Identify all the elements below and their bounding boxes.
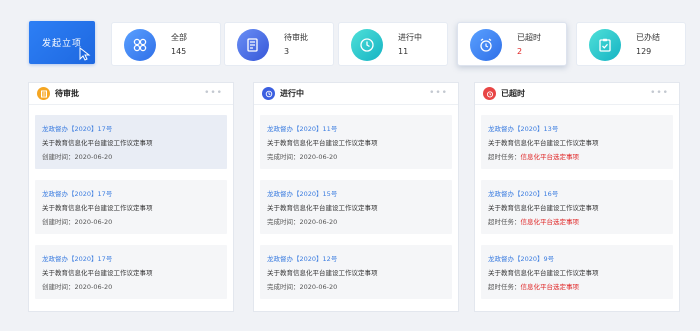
stat-label: 待审批 — [284, 33, 308, 42]
meta-value: 2020-06-20 — [299, 153, 338, 161]
meta-value: 2020-06-20 — [74, 218, 113, 226]
clock-icon — [262, 87, 275, 100]
meta-label: 完成时间： — [267, 218, 300, 226]
meta-label: 创建时间： — [42, 283, 75, 291]
item-meta: 完成时间：2020-06-20 — [267, 151, 337, 161]
panel-header: 进行中 ••• — [254, 83, 458, 105]
item-description: 关于教育信息化平台建设工作议定事项 — [42, 269, 153, 277]
meta-label: 超时任务： — [488, 283, 521, 291]
item-description: 关于教育信息化平台建设工作议定事项 — [488, 269, 599, 277]
document-icon — [37, 87, 50, 100]
panel-in-progress: 进行中 ••• 龙政督办【2020】11号 关于教育信息化平台建设工作议定事项 … — [253, 82, 459, 312]
item-description: 关于教育信息化平台建设工作议定事项 — [267, 269, 378, 277]
item-code-link[interactable]: 龙政督办【2020】17号 — [42, 188, 112, 198]
list-item[interactable]: 龙政督办【2020】17号 关于教育信息化平台建设工作议定事项 创建时间：202… — [35, 115, 227, 169]
document-edit-icon — [237, 29, 269, 61]
item-description: 关于教育信息化平台建设工作议定事项 — [267, 204, 378, 212]
meta-label: 完成时间： — [267, 283, 300, 291]
item-meta: 超时任务：信息化平台选定事项 — [488, 216, 579, 226]
overdue-task-link[interactable]: 信息化平台选定事项 — [521, 283, 580, 291]
meta-value: 2020-06-20 — [299, 283, 338, 291]
overdue-task-link[interactable]: 信息化平台选定事项 — [521, 153, 580, 161]
grid-icon — [124, 29, 156, 61]
launch-project-label: 发起立项 — [41, 39, 82, 49]
item-code-link[interactable]: 龙政督办【2020】12号 — [267, 253, 337, 263]
stat-card-completed[interactable]: 已办结 129 — [576, 22, 686, 66]
item-code-link[interactable]: 龙政督办【2020】13号 — [488, 123, 558, 133]
item-meta: 创建时间：2020-06-20 — [42, 151, 112, 161]
item-meta: 超时任务：信息化平台选定事项 — [488, 281, 579, 291]
alarm-clock-icon — [470, 29, 502, 61]
list-item[interactable]: 龙政督办【2020】17号 关于教育信息化平台建设工作议定事项 创建时间：202… — [35, 180, 227, 234]
list-item[interactable]: 龙政督办【2020】9号 关于教育信息化平台建设工作议定事项 超时任务：信息化平… — [481, 245, 673, 299]
panel-title: 已超时 — [501, 89, 525, 98]
meta-label: 超时任务： — [488, 218, 521, 226]
list-item[interactable]: 龙政督办【2020】11号 关于教育信息化平台建设工作议定事项 完成时间：202… — [260, 115, 452, 169]
launch-project-button[interactable]: 发起立项 — [29, 21, 95, 64]
list-item[interactable]: 龙政督办【2020】13号 关于教育信息化平台建设工作议定事项 超时任务：信息化… — [481, 115, 673, 169]
list-item[interactable]: 龙政督办【2020】12号 关于教育信息化平台建设工作议定事项 完成时间：202… — [260, 245, 452, 299]
stat-count: 3 — [284, 47, 290, 56]
item-description: 关于教育信息化平台建设工作议定事项 — [488, 139, 599, 147]
list-item[interactable]: 龙政督办【2020】16号 关于教育信息化平台建设工作议定事项 超时任务：信息化… — [481, 180, 673, 234]
stat-label: 已超时 — [517, 33, 541, 42]
more-icon[interactable]: ••• — [204, 88, 223, 98]
stat-count: 2 — [517, 47, 523, 56]
meta-label: 超时任务： — [488, 153, 521, 161]
stat-card-in-progress[interactable]: 进行中 11 — [338, 22, 448, 66]
item-description: 关于教育信息化平台建设工作议定事项 — [42, 204, 153, 212]
stat-count: 11 — [398, 47, 409, 56]
panel-title: 待审批 — [55, 89, 79, 98]
meta-value: 2020-06-20 — [299, 218, 338, 226]
pointer-cursor-icon — [79, 47, 91, 61]
stat-label: 进行中 — [398, 33, 422, 42]
item-description: 关于教育信息化平台建设工作议定事项 — [42, 139, 153, 147]
item-meta: 完成时间：2020-06-20 — [267, 281, 337, 291]
item-code-link[interactable]: 龙政督办【2020】15号 — [267, 188, 337, 198]
overdue-task-link[interactable]: 信息化平台选定事项 — [521, 218, 580, 226]
panel-header: 待审批 ••• — [29, 83, 233, 105]
list-item[interactable]: 龙政督办【2020】15号 关于教育信息化平台建设工作议定事项 完成时间：202… — [260, 180, 452, 234]
item-code-link[interactable]: 龙政督办【2020】17号 — [42, 253, 112, 263]
list-item[interactable]: 龙政督办【2020】17号 关于教育信息化平台建设工作议定事项 创建时间：202… — [35, 245, 227, 299]
item-description: 关于教育信息化平台建设工作议定事项 — [267, 139, 378, 147]
item-code-link[interactable]: 龙政督办【2020】11号 — [267, 123, 337, 133]
meta-label: 创建时间： — [42, 153, 75, 161]
more-icon[interactable]: ••• — [650, 88, 669, 98]
stat-count: 145 — [171, 47, 187, 56]
panel-pending: 待审批 ••• 龙政督办【2020】17号 关于教育信息化平台建设工作议定事项 … — [28, 82, 234, 312]
clock-icon — [351, 29, 383, 61]
item-description: 关于教育信息化平台建设工作议定事项 — [488, 204, 599, 212]
stat-label: 已办结 — [636, 33, 660, 42]
meta-label: 创建时间： — [42, 218, 75, 226]
alarm-clock-icon — [483, 87, 496, 100]
panel-title: 进行中 — [280, 89, 304, 98]
stat-card-overdue[interactable]: 已超时 2 — [457, 22, 567, 66]
item-meta: 创建时间：2020-06-20 — [42, 281, 112, 291]
meta-value: 2020-06-20 — [74, 283, 113, 291]
item-meta: 完成时间：2020-06-20 — [267, 216, 337, 226]
item-code-link[interactable]: 龙政督办【2020】9号 — [488, 253, 554, 263]
stat-card-pending[interactable]: 待审批 3 — [224, 22, 334, 66]
meta-label: 完成时间： — [267, 153, 300, 161]
panel-header: 已超时 ••• — [475, 83, 679, 105]
meta-value: 2020-06-20 — [74, 153, 113, 161]
item-code-link[interactable]: 龙政督办【2020】17号 — [42, 123, 112, 133]
stat-card-all[interactable]: 全部 145 — [111, 22, 221, 66]
clipboard-check-icon — [589, 29, 621, 61]
panel-overdue: 已超时 ••• 龙政督办【2020】13号 关于教育信息化平台建设工作议定事项 … — [474, 82, 680, 312]
more-icon[interactable]: ••• — [429, 88, 448, 98]
item-meta: 创建时间：2020-06-20 — [42, 216, 112, 226]
stat-count: 129 — [636, 47, 652, 56]
item-meta: 超时任务：信息化平台选定事项 — [488, 151, 579, 161]
stat-label: 全部 — [171, 33, 187, 42]
item-code-link[interactable]: 龙政督办【2020】16号 — [488, 188, 558, 198]
